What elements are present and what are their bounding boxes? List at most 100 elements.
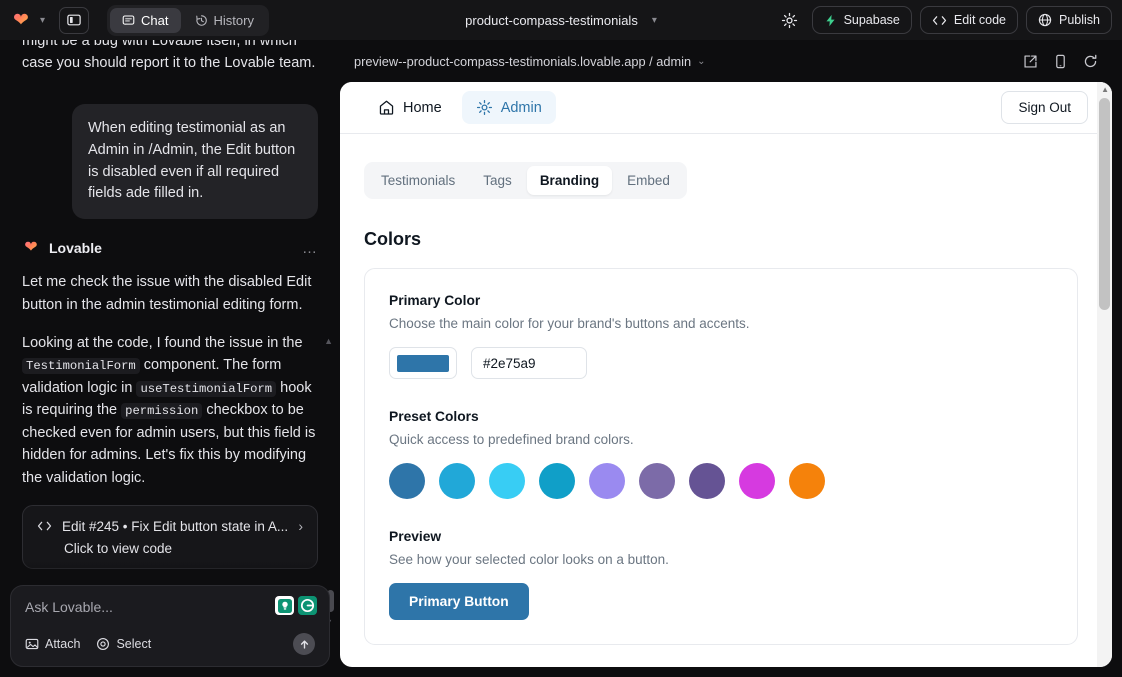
lightbulb-icon[interactable]	[275, 596, 294, 615]
edit-code-label: Edit code	[953, 13, 1006, 27]
code-card-subtitle: Click to view code	[64, 541, 173, 557]
mobile-device-icon[interactable]	[1054, 54, 1067, 69]
composer-actions: Attach Select	[25, 633, 315, 655]
primary-color-hex-input[interactable]	[471, 347, 587, 379]
preview-label: Preview	[389, 529, 442, 544]
primary-button-preview[interactable]: Primary Button	[389, 583, 529, 620]
arrow-up-icon	[300, 639, 308, 649]
preset-color-swatch-2[interactable]	[489, 463, 525, 499]
preset-color-swatch-4[interactable]	[589, 463, 625, 499]
settings-button[interactable]	[776, 6, 804, 34]
edit-code-button[interactable]: Edit code	[919, 6, 1018, 34]
nav-home[interactable]: Home	[364, 91, 456, 124]
chat-bubble-icon	[122, 15, 135, 25]
globe-icon	[1038, 13, 1052, 27]
assistant-header: ❤ Lovable …	[22, 239, 318, 257]
top-toolbar: ❤ ▾ Chat History product-compass-testimo…	[0, 0, 1122, 40]
preset-color-swatch-7[interactable]	[739, 463, 775, 499]
nav-admin-label: Admin	[500, 99, 542, 116]
chat-scrollbar[interactable]: ▲ ▼	[324, 290, 334, 627]
frame-scroll-up-arrow-icon[interactable]: ▲	[1101, 85, 1109, 94]
attach-label: Attach	[45, 637, 81, 651]
project-title-group[interactable]: product-compass-testimonials ▾	[465, 13, 657, 28]
primary-color-help: Choose the main color for your brand's b…	[389, 316, 750, 331]
preview-url-bar[interactable]: preview--product-compass-testimonials.lo…	[340, 40, 1112, 82]
select-button[interactable]: Select	[96, 637, 151, 651]
tab-history[interactable]: History	[183, 8, 266, 33]
attach-button[interactable]: Attach	[25, 637, 80, 651]
primary-color-label: Primary Color	[389, 293, 481, 308]
gear-icon	[781, 12, 798, 28]
send-button[interactable]	[293, 633, 315, 655]
tab-history-label: History	[213, 12, 254, 28]
supabase-button[interactable]: Supabase	[811, 6, 912, 34]
toggle-sidebar-button[interactable]	[59, 6, 90, 34]
scroll-up-arrow-icon[interactable]: ▲	[324, 336, 333, 346]
primary-color-swatch	[397, 354, 449, 372]
main-layout: might be a bug with Lovable itself, in w…	[0, 40, 1122, 677]
code-permission: permission	[121, 403, 203, 420]
assistant-menu-icon[interactable]: …	[302, 240, 318, 257]
url-chevron-down-icon[interactable]: ⌄	[697, 56, 705, 67]
chat-input[interactable]: Ask Lovable...	[25, 599, 315, 615]
para2-segment-a: Looking at the code, I found the issue i…	[22, 335, 303, 351]
code-card-row: Edit #245 • Fix Edit button state in A..…	[37, 518, 303, 534]
refresh-icon[interactable]	[1083, 54, 1098, 69]
preset-color-swatch-5[interactable]	[639, 463, 675, 499]
tab-chat[interactable]: Chat	[110, 7, 181, 33]
primary-color-swatch-button[interactable]	[389, 347, 457, 379]
assistant-paragraph-1: Let me check the issue with the disabled…	[22, 274, 312, 313]
preset-color-swatch-0[interactable]	[389, 463, 425, 499]
code-brackets-icon	[37, 521, 52, 531]
toolbar-right-group: Supabase Edit code Publish	[776, 6, 1112, 34]
code-testimonialform: TestimonialForm	[22, 358, 140, 375]
supabase-label: Supabase	[843, 13, 900, 27]
code-usetestimonialform: useTestimonialForm	[136, 380, 277, 397]
tab-branding[interactable]: Branding	[526, 166, 613, 195]
assistant-paragraph-2: Looking at the code, I found the issue i…	[22, 332, 318, 489]
preset-color-swatch-1[interactable]	[439, 463, 475, 499]
heart-logo[interactable]: ❤	[10, 9, 32, 31]
preview-help: See how your selected color looks on a b…	[389, 552, 669, 567]
frame-scrollbar[interactable]: ▲	[1097, 82, 1112, 667]
project-name: product-compass-testimonials	[465, 12, 638, 28]
logo-chevron-down-icon[interactable]: ▾	[40, 15, 45, 26]
assistant-avatar: ❤	[22, 239, 40, 257]
frame-scrollbar-thumb[interactable]	[1099, 98, 1110, 310]
tab-embed[interactable]: Embed	[614, 166, 683, 195]
preset-colors-help: Quick access to predefined brand colors.	[389, 432, 634, 447]
nav-admin[interactable]: Admin	[461, 91, 556, 124]
primary-color-row	[389, 347, 1053, 379]
chat-history-segmented-control: Chat History	[107, 4, 269, 36]
grammarly-icon[interactable]	[298, 596, 317, 615]
preset-color-swatch-3[interactable]	[539, 463, 575, 499]
sidebar-panel-icon	[67, 14, 81, 26]
preview-url-text: preview--product-compass-testimonials.lo…	[354, 53, 692, 69]
history-clock-icon	[195, 14, 207, 26]
user-message-bubble: When editing testimonial as an Admin in …	[72, 104, 318, 220]
chat-message-list: might be a bug with Lovable itself, in w…	[0, 40, 340, 587]
chat-sidebar: might be a bug with Lovable itself, in w…	[0, 40, 340, 677]
code-edit-card[interactable]: Edit #245 • Fix Edit button state in A..…	[22, 505, 318, 570]
preset-colors-row	[389, 463, 1053, 499]
supabase-bolt-icon	[826, 14, 835, 26]
preset-colors-label: Preset Colors	[389, 409, 479, 424]
chevron-right-icon[interactable]: ›	[298, 518, 303, 534]
code-brackets-icon	[932, 15, 946, 25]
gear-icon	[476, 99, 492, 116]
publish-label: Publish	[1059, 13, 1100, 27]
tab-tags[interactable]: Tags	[470, 166, 525, 195]
open-external-icon[interactable]	[1023, 54, 1038, 69]
project-chevron-down-icon[interactable]: ▾	[652, 15, 657, 26]
tab-testimonials[interactable]: Testimonials	[368, 166, 468, 195]
image-attach-icon	[25, 638, 39, 650]
app-preview-frame: Home Admin Sign Out Testimonials Tags Br…	[340, 82, 1112, 667]
preset-color-swatch-8[interactable]	[789, 463, 825, 499]
sign-out-button[interactable]: Sign Out	[1001, 91, 1088, 124]
preset-color-swatch-6[interactable]	[689, 463, 725, 499]
assistant-name: Lovable	[49, 240, 102, 257]
chat-composer[interactable]: Ask Lovable... Attach Select	[10, 585, 330, 667]
preview-pane: preview--product-compass-testimonials.lo…	[340, 40, 1122, 677]
publish-button[interactable]: Publish	[1026, 6, 1112, 34]
admin-tabs: Testimonials Tags Branding Embed	[364, 162, 687, 199]
